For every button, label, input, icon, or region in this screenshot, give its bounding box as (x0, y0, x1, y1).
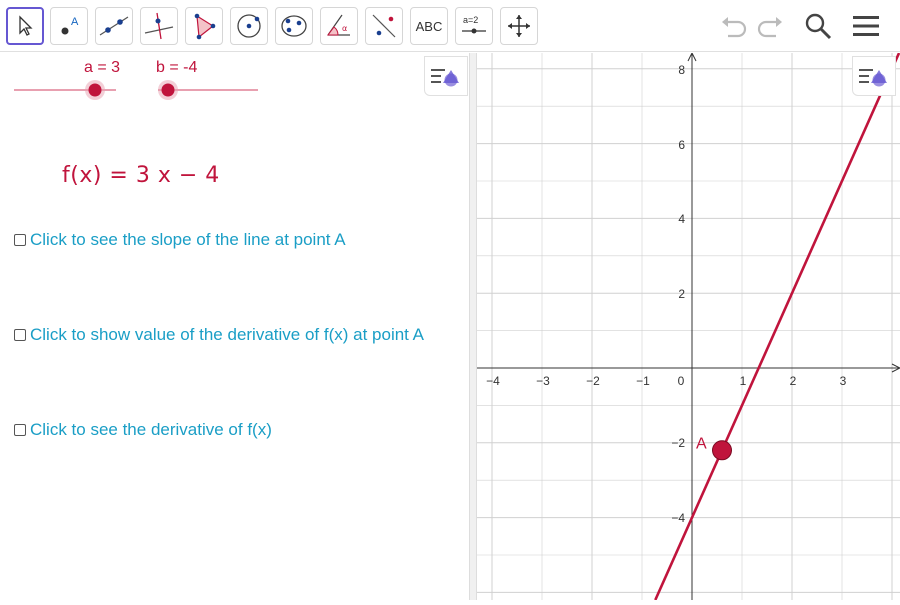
x-tick-labels: −4 −3 −2 −1 0 1 2 3 (486, 374, 847, 388)
graphics-stylebar-toggle[interactable] (852, 56, 896, 96)
point-a[interactable] (712, 440, 732, 461)
move-tool-button[interactable] (6, 7, 44, 45)
view-divider[interactable] (469, 53, 477, 600)
toolbar: A α ABC a=2 (0, 0, 900, 52)
circle-tool-button[interactable] (230, 7, 268, 45)
checkbox-derivative[interactable] (14, 424, 26, 436)
slider-a-handle[interactable] (88, 83, 102, 97)
move-graphics-view-tool-button[interactable] (500, 7, 538, 45)
x-tick-label: −3 (536, 374, 550, 388)
point-icon: A (61, 16, 79, 35)
y-tick-label: 8 (678, 63, 685, 77)
reflect-about-line-icon (372, 14, 396, 38)
perpendicular-line-icon (144, 12, 174, 40)
x-tick-label: −1 (636, 374, 650, 388)
conic-tool-button[interactable] (275, 7, 313, 45)
svg-text:α: α (342, 24, 347, 33)
y-tick-label: 6 (678, 138, 685, 152)
x-tick-label: 1 (740, 374, 747, 388)
search-icon (805, 13, 832, 40)
text-tool-label: ABC (415, 18, 443, 34)
y-tick-label: −2 (671, 436, 685, 450)
x-tick-label: −2 (586, 374, 600, 388)
y-tick-label: −4 (671, 511, 685, 525)
svg-text:a=2: a=2 (463, 15, 478, 25)
slider-tool-button[interactable]: a=2 (455, 7, 493, 45)
main-menu-button[interactable] (850, 10, 882, 42)
angle-tool-button[interactable]: α (320, 7, 358, 45)
circle-icon (237, 14, 261, 38)
checkbox-slope-label[interactable]: Click to see the slope of the line at po… (30, 230, 346, 250)
checkbox-derivative-value[interactable] (14, 329, 26, 341)
hamburger-menu-icon (853, 16, 879, 36)
ellipse-icon (281, 15, 307, 37)
move-arrows-icon (508, 15, 530, 37)
redo-icon (757, 17, 782, 38)
polygon-icon (194, 13, 216, 40)
checkbox-derivative-value-label[interactable]: Click to show value of the derivative of… (30, 325, 424, 345)
svg-text:A: A (71, 16, 79, 28)
function-definition: f(x) = 3 x − 4 (62, 163, 220, 188)
perpendicular-line-tool-button[interactable] (140, 7, 178, 45)
search-button[interactable] (802, 10, 834, 42)
line-tool-button[interactable] (95, 7, 133, 45)
checkbox-row-derivative-value[interactable]: Click to show value of the derivative of… (14, 325, 424, 345)
graphics-view[interactable]: −4 −3 −2 −1 0 1 2 3 8 6 4 2 −2 −4 A (477, 52, 900, 601)
text-tool-button[interactable]: ABC (410, 7, 448, 45)
checkbox-row-slope[interactable]: Click to see the slope of the line at po… (14, 230, 346, 250)
reflect-tool-button[interactable] (365, 7, 403, 45)
line-through-points-icon (99, 16, 129, 36)
y-tick-labels: 8 6 4 2 −2 −4 (671, 63, 685, 525)
algebra-view: a = 3 b = -4 f(x) = 3 x − 4 Click to see… (0, 53, 469, 600)
y-tick-label: 4 (678, 212, 685, 226)
point-a-label: A (696, 435, 707, 452)
x-tick-label-origin: 0 (678, 374, 685, 388)
x-tick-label: 2 (790, 374, 797, 388)
checkbox-derivative-label[interactable]: Click to see the derivative of f(x) (30, 420, 272, 440)
sliders-track-area (14, 80, 258, 100)
checkbox-slope[interactable] (14, 234, 26, 246)
undo-icon (722, 17, 747, 38)
redo-button[interactable] (754, 10, 786, 42)
slider-a-label: a = 3 (84, 59, 121, 76)
undo-button[interactable] (718, 10, 750, 42)
slider-b-handle[interactable] (161, 83, 175, 97)
stylebar-icon (431, 69, 459, 87)
x-tick-label: 3 (840, 374, 847, 388)
y-tick-label: 2 (678, 287, 685, 301)
point-tool-button[interactable]: A (50, 7, 88, 45)
cursor-arrow-icon (19, 15, 33, 36)
x-tick-label: −4 (486, 374, 500, 388)
polygon-tool-button[interactable] (185, 7, 223, 45)
slider-b-label: b = -4 (156, 59, 198, 76)
checkbox-row-derivative[interactable]: Click to see the derivative of f(x) (14, 420, 272, 440)
stylebar-icon (859, 69, 887, 87)
angle-icon: α (327, 14, 350, 36)
grid-lines (477, 53, 900, 600)
graph-canvas[interactable]: −4 −3 −2 −1 0 1 2 3 8 6 4 2 −2 −4 A (477, 52, 900, 601)
algebra-stylebar-toggle[interactable] (424, 56, 468, 96)
slider-icon: a=2 (462, 15, 486, 34)
